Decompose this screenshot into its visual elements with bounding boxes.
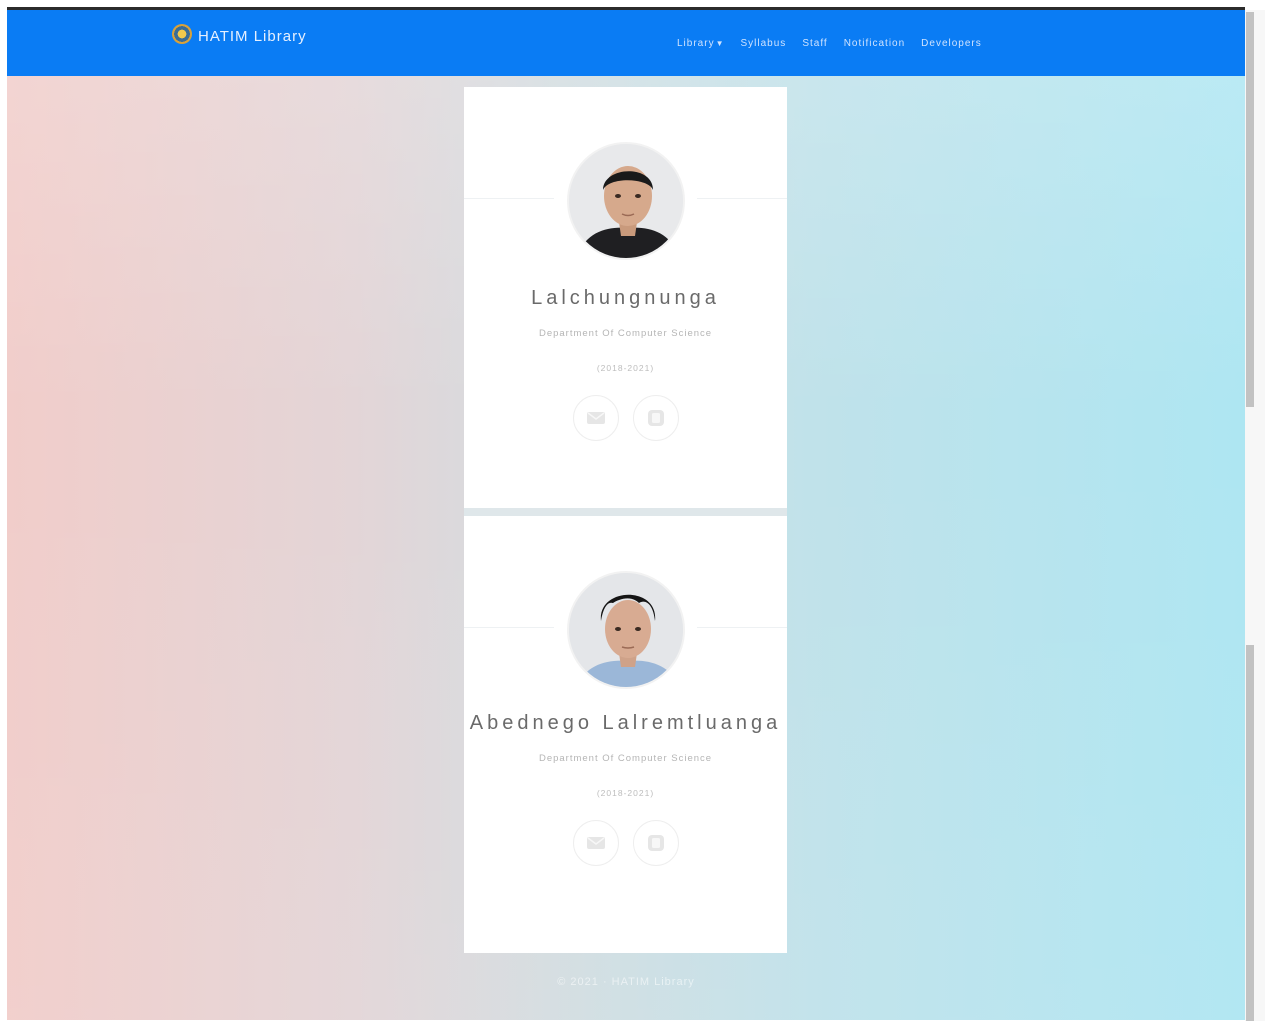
nav-link-syllabus[interactable]: Syllabus [741, 38, 787, 49]
college-logo-icon [172, 23, 192, 44]
developer-department: Department Of Computer Science [538, 328, 713, 339]
nav-link-library-label: Library [677, 38, 715, 49]
developer-years: (2018-2021) [596, 363, 655, 373]
nav-link-library[interactable]: Library▼ [677, 38, 725, 49]
nav-link-staff[interactable]: Staff [802, 38, 827, 49]
mail-button[interactable] [572, 820, 619, 866]
nav-link-notification[interactable]: Notification [844, 38, 905, 49]
developer-name: Lalchungnunga [531, 287, 720, 309]
developer-department: Department Of Computer Science [538, 753, 713, 764]
phone-icon [647, 410, 664, 426]
caret-down-icon: ▼ [715, 39, 725, 48]
mail-button[interactable] [572, 395, 619, 441]
navbar: HATIM Library Library▼ Syllabus Staff No… [7, 10, 1245, 76]
mail-icon [586, 412, 605, 424]
phone-button[interactable] [632, 395, 679, 441]
avatar-section [464, 87, 787, 267]
developer-name: Abednego Lalremtluanga [469, 712, 782, 734]
nav-links: Library▼ Syllabus Staff Notification Dev… [677, 38, 982, 49]
window-top-border [0, 0, 1265, 10]
developer-card: Lalchungnunga Department Of Computer Sci… [464, 87, 787, 508]
scrollbar[interactable] [1245, 10, 1265, 1021]
phone-icon [647, 835, 664, 851]
footer-text: © 2021 · HATIM Library [557, 976, 695, 988]
divider-right [697, 198, 787, 199]
divider-right [697, 627, 787, 628]
avatar-section [464, 516, 787, 696]
avatar [567, 142, 685, 260]
divider-left [464, 198, 554, 199]
avatar-photo-icon [569, 144, 683, 258]
nav-link-developers[interactable]: Developers [921, 38, 982, 49]
social-links [464, 395, 787, 441]
scrollbar-thumb[interactable] [1246, 12, 1254, 407]
scrollbar-track-segment[interactable] [1246, 645, 1254, 1021]
social-links [464, 820, 787, 866]
card-separator [464, 508, 787, 516]
avatar-photo-icon [569, 573, 683, 687]
developer-years: (2018-2021) [596, 788, 655, 798]
brand-link[interactable]: HATIM Library [172, 23, 307, 45]
avatar [567, 571, 685, 689]
phone-button[interactable] [632, 820, 679, 866]
divider-left [464, 627, 554, 628]
brand-name: HATIM Library [198, 28, 307, 45]
developer-card: Abednego Lalremtluanga Department Of Com… [464, 516, 787, 953]
page-viewport: HATIM Library Library▼ Syllabus Staff No… [7, 10, 1245, 1020]
mail-icon [586, 837, 605, 849]
